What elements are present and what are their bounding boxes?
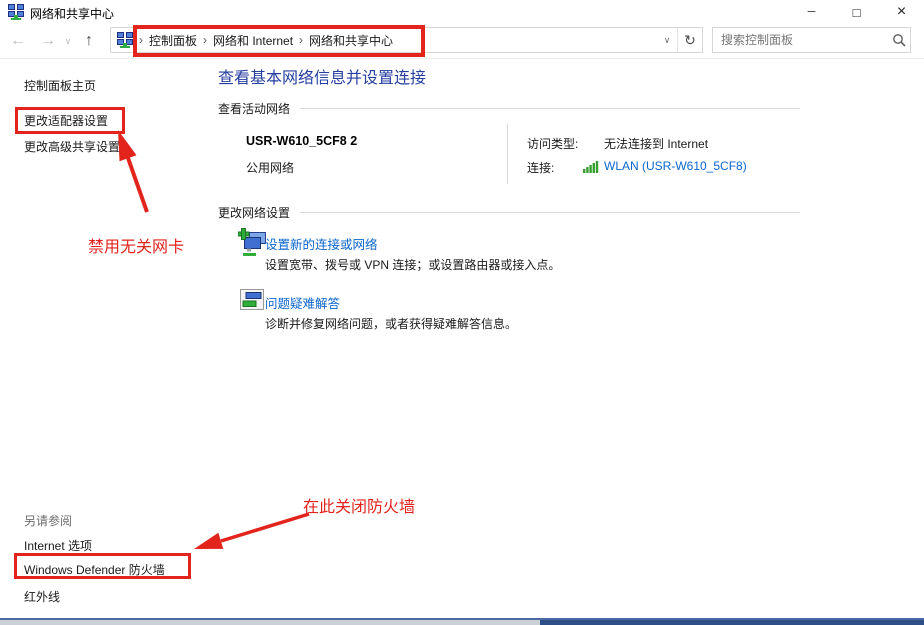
sidebar-item-control-panel-home[interactable]: 控制面板主页: [24, 77, 96, 94]
access-type-value: 无法连接到 Internet: [604, 135, 708, 152]
maximize-button[interactable]: □: [834, 0, 879, 24]
annotation-note-disable-adapters: 禁用无关网卡: [88, 233, 184, 257]
sidebar-item-internet-options[interactable]: Internet 选项: [24, 537, 92, 554]
connection-wlan-link[interactable]: WLAN (USR-W610_5CF8): [604, 159, 747, 173]
section-divider: [300, 212, 800, 213]
taskbar-sliver: [540, 620, 924, 625]
annotation-arrows: [0, 0, 924, 625]
troubleshoot-desc: 诊断并修复网络问题，或者获得疑难解答信息。: [265, 315, 517, 332]
breadcrumb-network-and-internet[interactable]: 网络和 Internet: [213, 32, 293, 49]
sidebar-item-change-advanced-sharing[interactable]: 更改高级共享设置: [24, 138, 120, 155]
breadcrumb-control-panel[interactable]: 控制面板: [149, 32, 197, 49]
troubleshoot-icon: [240, 289, 264, 312]
troubleshoot-link[interactable]: 问题疑难解答: [265, 293, 340, 312]
wifi-signal-icon: [583, 160, 601, 173]
up-icon[interactable]: ↑: [76, 24, 102, 58]
active-networks-section-header: 查看活动网络: [218, 100, 800, 117]
window-bottom-edge: [0, 618, 924, 625]
section-divider: [300, 108, 800, 109]
network-card-divider: [507, 124, 508, 184]
forward-icon[interactable]: →: [34, 24, 62, 58]
close-button[interactable]: ×: [879, 0, 924, 24]
see-also-heading: 另请参阅: [24, 512, 72, 529]
search-icon[interactable]: [888, 33, 910, 47]
navigation-toolbar: ← → ∨ ↑ › 控制面板 › 网络和 Internet › 网络和共享中心: [0, 24, 924, 59]
setup-new-connection-icon: [238, 228, 268, 259]
connection-label: 连接:: [527, 159, 554, 176]
annotation-note-close-firewall: 在此关闭防火墙: [303, 493, 415, 517]
sidebar-item-windows-defender-firewall[interactable]: Windows Defender 防火墙: [24, 561, 165, 578]
breadcrumb-separator-icon: ›: [197, 33, 213, 47]
back-icon[interactable]: ←: [4, 24, 32, 58]
active-network-profile: 公用网络: [246, 159, 294, 176]
setup-new-connection-link[interactable]: 设置新的连接或网络: [265, 234, 378, 253]
breadcrumb-separator-icon: ›: [293, 33, 309, 47]
recent-locations-chevron-icon[interactable]: ∨: [60, 24, 76, 58]
access-type-label: 访问类型:: [527, 135, 578, 152]
change-network-settings-label: 更改网络设置: [218, 204, 290, 221]
window-title: 网络和共享中心: [30, 5, 114, 22]
active-networks-label: 查看活动网络: [218, 100, 290, 117]
refresh-icon[interactable]: ↻: [677, 28, 702, 52]
change-network-settings-section-header: 更改网络设置: [218, 204, 800, 221]
search-input[interactable]: [713, 33, 888, 47]
sidebar-item-infrared[interactable]: 红外线: [24, 588, 60, 605]
sidebar-item-change-adapter-settings[interactable]: 更改适配器设置: [24, 112, 108, 129]
network-app-icon: [8, 4, 24, 20]
caption-buttons: ─ □ ×: [789, 0, 924, 24]
address-bar[interactable]: › 控制面板 › 网络和 Internet › 网络和共享中心 ∨ ↻: [110, 27, 703, 53]
breadcrumb-separator-icon: ›: [133, 33, 149, 47]
title-bar: 网络和共享中心 ─ □ ×: [0, 0, 924, 24]
minimize-button[interactable]: ─: [789, 0, 834, 24]
search-box: [712, 27, 911, 53]
page-title: 查看基本网络信息并设置连接: [218, 64, 426, 88]
bottom-scrollbar-area[interactable]: [0, 620, 540, 625]
breadcrumb-network-sharing-center[interactable]: 网络和共享中心: [309, 32, 393, 49]
address-dropdown-chevron-icon[interactable]: ∨: [657, 35, 677, 46]
active-network-name: USR-W610_5CF8 2: [246, 134, 357, 148]
setup-new-connection-desc: 设置宽带、拨号或 VPN 连接；或设置路由器或接入点。: [265, 256, 560, 273]
network-location-icon: [117, 32, 133, 48]
